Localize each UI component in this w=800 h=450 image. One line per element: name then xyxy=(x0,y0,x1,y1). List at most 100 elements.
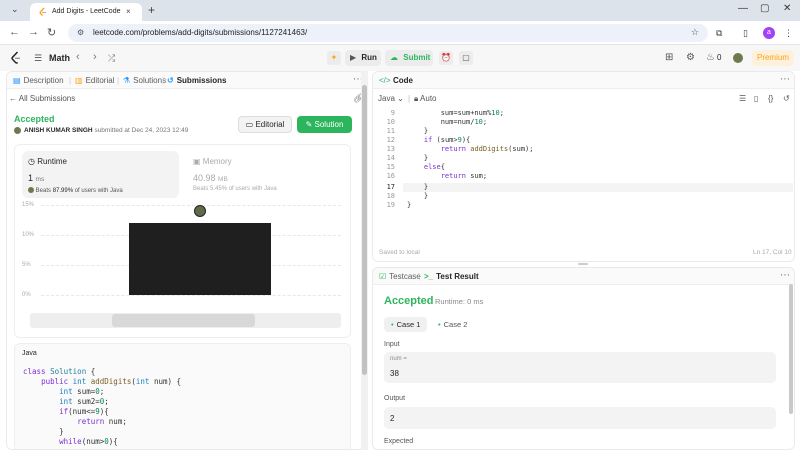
gridline xyxy=(41,205,341,206)
new-tab-button[interactable]: + xyxy=(148,3,155,17)
language-selector[interactable]: Java ⌄ xyxy=(378,94,404,103)
line-number: 16 xyxy=(386,172,395,180)
profile-avatar[interactable]: a xyxy=(763,27,775,39)
tab-divider: | xyxy=(418,272,421,281)
more-options-icon[interactable]: ⋯ xyxy=(780,270,790,281)
code-line: while(num>0){ xyxy=(59,437,118,446)
braces-icon[interactable]: {} xyxy=(768,94,773,103)
tab-solutions[interactable]: ⚗ Solutions xyxy=(123,76,166,85)
reset-icon[interactable]: ↺ xyxy=(783,94,790,103)
tab-search-icon[interactable]: ⌄ xyxy=(11,4,19,15)
problem-list-title[interactable]: Math xyxy=(49,53,70,63)
runtime-label: ◷ Runtime xyxy=(28,157,67,166)
input-label: Input xyxy=(384,341,400,348)
submitted-time: submitted at Dec 24, 2023 12:49 xyxy=(94,127,189,134)
code-brackets-icon: </> xyxy=(379,76,391,85)
timer-icon[interactable]: ⏰ xyxy=(439,51,453,65)
streak-fire-icon[interactable]: ♨ xyxy=(706,52,715,63)
maximize-icon[interactable]: ▢ xyxy=(760,3,769,14)
more-options-icon[interactable]: ⋯ xyxy=(780,74,790,85)
line-number: 9 xyxy=(390,109,395,117)
back-arrow-icon[interactable]: ← xyxy=(9,26,20,38)
runtime-beats-pct: 87.99% xyxy=(52,188,74,194)
code-language: Java xyxy=(22,350,37,357)
tab-description[interactable]: ▤ Description xyxy=(13,76,64,85)
browser-tab[interactable]: Add Digits - LeetCode × xyxy=(30,3,142,21)
resize-grip[interactable] xyxy=(578,263,588,265)
input-box: num = 38 xyxy=(384,352,776,383)
submit-button[interactable]: ☁ Submit xyxy=(385,50,433,66)
bookmark-star-icon[interactable]: ☆ xyxy=(691,27,699,38)
scrollbar-thumb[interactable] xyxy=(362,85,367,375)
minimize-icon[interactable]: — xyxy=(738,3,748,14)
problem-list-icon[interactable]: ☰ xyxy=(34,53,42,64)
extensions-icon[interactable]: ⧉ xyxy=(716,28,722,39)
tab-submissions[interactable]: ↺ Submissions xyxy=(167,76,227,85)
line-number: 19 xyxy=(386,201,395,209)
memory-label: ▣ Memory xyxy=(193,157,232,166)
user-avatar[interactable] xyxy=(733,53,743,63)
run-button[interactable]: ▶ Run xyxy=(345,50,381,66)
edit-icon: ✎ xyxy=(305,120,315,129)
pass-dot-icon: • xyxy=(391,320,394,329)
run-label: Run xyxy=(361,53,377,62)
close-window-icon[interactable]: ✕ xyxy=(783,3,791,14)
submitted-code-block: Java class Solution { public int addDigi… xyxy=(14,343,351,449)
browser-toolbar: ← → ↻ ⚙ leetcode.com/problems/add-digits… xyxy=(0,21,800,45)
code-line: } xyxy=(23,427,64,436)
test-runtime: Runtime: 0 ms xyxy=(435,297,484,306)
debug-icon[interactable]: ✦ xyxy=(327,51,341,65)
left-panel-scrollbar[interactable] xyxy=(361,71,368,450)
runtime-card[interactable]: ◷ Runtime 1 ms Beats 87.99% of users wit… xyxy=(22,151,179,198)
editorial-button[interactable]: ▭ Editorial xyxy=(238,116,292,133)
all-submissions-link[interactable]: ← All Submissions xyxy=(9,94,75,103)
beats-avatar-icon xyxy=(28,187,34,193)
leetcode-favicon-icon xyxy=(39,7,46,17)
layout-grid-icon[interactable]: ⊞ xyxy=(665,52,673,63)
checkbox-icon: ☑ xyxy=(379,272,387,281)
line-number: 12 xyxy=(386,136,395,144)
shuffle-icon[interactable]: ⤮ xyxy=(108,53,115,64)
author-avatar xyxy=(14,127,21,134)
scrollbar-thumb[interactable] xyxy=(789,284,793,414)
line-number: 13 xyxy=(386,145,395,153)
reload-icon[interactable]: ↻ xyxy=(47,26,56,39)
auto-mode-toggle[interactable]: 🔒︎ Auto xyxy=(414,94,437,104)
prev-problem-icon[interactable]: ‹ xyxy=(76,51,80,63)
tab-close-icon[interactable]: × xyxy=(126,7,131,16)
code-line: num=num/10; xyxy=(407,118,488,126)
format-icon[interactable]: ☰ xyxy=(739,94,746,103)
notes-icon[interactable]: ▢ xyxy=(459,51,473,65)
address-bar[interactable]: ⚙ leetcode.com/problems/add-digits/submi… xyxy=(68,24,708,42)
memory-beats-prefix: Beats xyxy=(193,186,211,192)
tab-testcase[interactable]: ☑ Testcase xyxy=(379,272,421,281)
side-panel-icon[interactable]: ▯ xyxy=(743,28,748,39)
site-info-icon[interactable]: ⚙ xyxy=(77,28,84,37)
code-editor-panel: </> Code ⋯ Java ⌄ | 🔒︎ Auto ☰ ▯ {} ↺ 9 1… xyxy=(372,71,795,262)
chart-range-handle[interactable] xyxy=(112,314,255,327)
chart-range-slider[interactable] xyxy=(30,313,341,328)
chip-icon: ▣ xyxy=(193,157,203,166)
code-line: else{ xyxy=(423,163,445,171)
submissions-icon: ↺ xyxy=(167,76,174,85)
tab-test-result[interactable]: >_ Test Result xyxy=(424,272,479,281)
leetcode-logo-icon[interactable] xyxy=(10,51,22,65)
solution-button[interactable]: ✎ Solution xyxy=(297,116,352,133)
tab-submissions-label: Submissions xyxy=(176,76,227,85)
bookmark-icon[interactable]: ▯ xyxy=(754,94,758,103)
premium-button[interactable]: Premium xyxy=(752,50,794,66)
case-2-tab[interactable]: • Case 2 xyxy=(431,317,474,332)
next-problem-icon[interactable]: › xyxy=(93,51,97,63)
forward-arrow-icon[interactable]: → xyxy=(28,26,39,38)
memory-card[interactable]: ▣ Memory 40.98 MB Beats 5.45% of users w… xyxy=(187,151,344,198)
browser-menu-icon[interactable]: ⋮ xyxy=(784,28,793,39)
case-1-label: Case 1 xyxy=(396,320,421,329)
settings-gear-icon[interactable]: ⚙ xyxy=(686,52,695,63)
author-name[interactable]: ANISH KUMAR SINGH xyxy=(24,127,93,134)
browser-tab-bar: ⌄ Add Digits - LeetCode × + — ▢ ✕ xyxy=(0,0,800,21)
tab-editorial[interactable]: ▥ Editorial xyxy=(75,76,114,85)
left-tab-bar: ▤ Description | ▥ Editorial | ⚗ Solutions |… xyxy=(7,72,367,89)
test-panel-scrollbar[interactable] xyxy=(788,284,794,450)
case-1-tab[interactable]: • Case 1 xyxy=(384,317,428,332)
distribution-bar[interactable] xyxy=(129,223,271,295)
